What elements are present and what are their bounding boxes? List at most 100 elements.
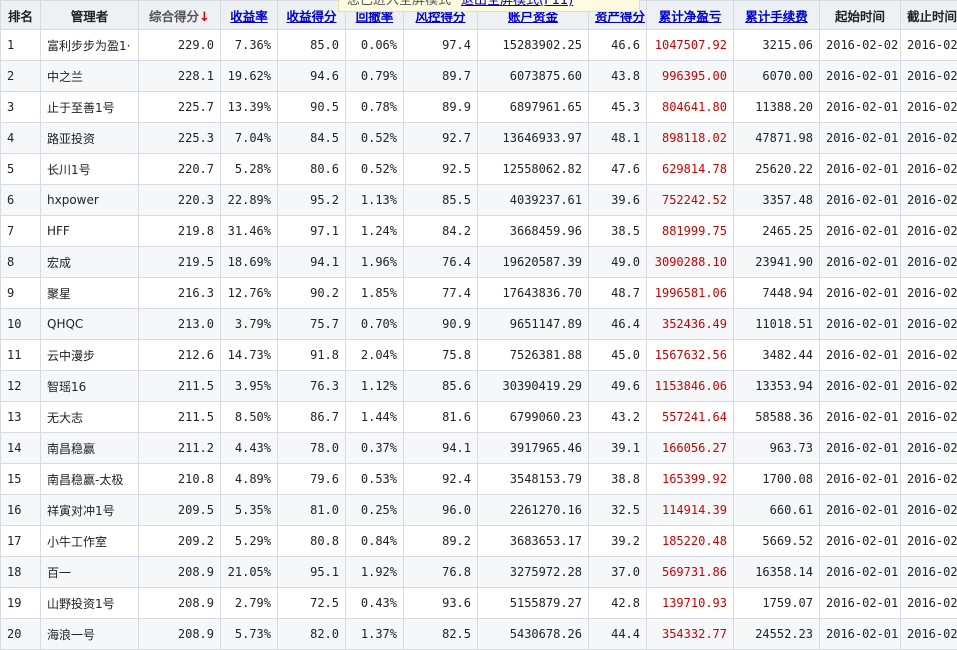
manager-cell: 聚星: [41, 278, 139, 309]
cum-fee-cell: 58588.36: [734, 402, 820, 433]
composite-score-cell: 220.3: [139, 185, 221, 216]
return-rate-cell: 14.73%: [221, 340, 278, 371]
cum-net-profit-cell: 1153846.06: [647, 371, 734, 402]
drawdown-cell: 1.24%: [346, 216, 404, 247]
end-time-cell: 2016-02-25: [901, 154, 957, 185]
table-row: 2中之兰228.119.62%94.60.79%89.76073875.6043…: [1, 61, 957, 92]
drawdown-cell: 1.85%: [346, 278, 404, 309]
ranking-table: 排名 管理者 综合得分↓ 收益率 收益得分 回撤率 风控得分 账户资金 资产得分…: [0, 0, 957, 650]
cum-net-profit-cell: 881999.75: [647, 216, 734, 247]
rank-cell: 19: [1, 588, 41, 619]
col-return-rate[interactable]: 收益率: [221, 1, 278, 30]
cum-net-profit-cell: 557241.64: [647, 402, 734, 433]
col-composite-score[interactable]: 综合得分↓: [139, 1, 221, 30]
end-time-cell: 2016-02-25: [901, 340, 957, 371]
drawdown-cell: 0.06%: [346, 30, 404, 61]
rank-cell: 10: [1, 309, 41, 340]
end-time-cell: 2016-02-25: [901, 371, 957, 402]
drawdown-cell: 0.79%: [346, 61, 404, 92]
rank-cell: 9: [1, 278, 41, 309]
table-row: 9聚星216.312.76%90.21.85%77.417643836.7048…: [1, 278, 957, 309]
return-score-cell: 80.6: [278, 154, 346, 185]
return-rate-cell: 4.43%: [221, 433, 278, 464]
composite-score-cell: 212.6: [139, 340, 221, 371]
return-rate-cell: 5.35%: [221, 495, 278, 526]
return-rate-cell: 19.62%: [221, 61, 278, 92]
net-assets-cell: 3668459.96: [478, 216, 589, 247]
asset-score-cell: 38.5: [589, 216, 647, 247]
manager-cell: 山野投资1号: [41, 588, 139, 619]
col-cum-fee[interactable]: 累计手续费: [734, 1, 820, 30]
start-time-cell: 2016-02-01: [820, 92, 901, 123]
cum-net-profit-cell: 1996581.06: [647, 278, 734, 309]
composite-score-cell: 216.3: [139, 278, 221, 309]
rank-cell: 11: [1, 340, 41, 371]
return-score-cell: 72.5: [278, 588, 346, 619]
start-time-cell: 2016-02-02: [820, 30, 901, 61]
net-assets-cell: 6073875.60: [478, 61, 589, 92]
composite-score-cell: 219.8: [139, 216, 221, 247]
manager-cell: 宏成: [41, 247, 139, 278]
col-start-time: 起始时间: [820, 1, 901, 30]
return-rate-cell: 8.50%: [221, 402, 278, 433]
return-score-cell: 86.7: [278, 402, 346, 433]
drawdown-cell: 0.53%: [346, 464, 404, 495]
net-assets-cell: 30390419.29: [478, 371, 589, 402]
risk-score-cell: 77.4: [404, 278, 478, 309]
return-rate-cell: 7.36%: [221, 30, 278, 61]
asset-score-cell: 49.6: [589, 371, 647, 402]
return-score-cell: 76.3: [278, 371, 346, 402]
net-assets-cell: 2261270.16: [478, 495, 589, 526]
start-time-cell: 2016-02-01: [820, 371, 901, 402]
asset-score-cell: 39.1: [589, 433, 647, 464]
net-assets-cell: 12558062.82: [478, 154, 589, 185]
cum-net-profit-cell: 996395.00: [647, 61, 734, 92]
asset-score-cell: 39.2: [589, 526, 647, 557]
composite-score-cell: 220.7: [139, 154, 221, 185]
col-return-score[interactable]: 收益得分: [278, 1, 346, 30]
col-cum-net-profit[interactable]: 累计净盈亏: [647, 1, 734, 30]
risk-score-cell: 92.7: [404, 123, 478, 154]
risk-score-cell: 75.8: [404, 340, 478, 371]
exit-fullscreen-link[interactable]: 退出全屏模式(F11): [461, 0, 573, 8]
start-time-cell: 2016-02-01: [820, 433, 901, 464]
return-rate-cell: 3.79%: [221, 309, 278, 340]
return-score-cell: 95.1: [278, 557, 346, 588]
table-row: 1富利步步为盈1·229.07.36%85.00.06%97.415283902…: [1, 30, 957, 61]
drawdown-cell: 0.25%: [346, 495, 404, 526]
asset-score-cell: 48.1: [589, 123, 647, 154]
return-score-cell: 90.2: [278, 278, 346, 309]
end-time-cell: 2016-02-25: [901, 123, 957, 154]
cum-net-profit-cell: 114914.39: [647, 495, 734, 526]
cum-net-profit-cell: 166056.27: [647, 433, 734, 464]
risk-score-cell: 92.5: [404, 154, 478, 185]
return-rate-cell: 22.89%: [221, 185, 278, 216]
net-assets-cell: 15283902.25: [478, 30, 589, 61]
drawdown-cell: 0.52%: [346, 154, 404, 185]
start-time-cell: 2016-02-01: [820, 526, 901, 557]
cum-fee-cell: 5669.52: [734, 526, 820, 557]
return-score-cell: 95.2: [278, 185, 346, 216]
end-time-cell: 2016-02-25: [901, 61, 957, 92]
return-score-cell: 79.6: [278, 464, 346, 495]
cum-fee-cell: 3482.44: [734, 340, 820, 371]
end-time-cell: 2016-02-25: [901, 185, 957, 216]
net-assets-cell: 17643836.70: [478, 278, 589, 309]
table-row: 4路亚投资225.37.04%84.50.52%92.713646933.974…: [1, 123, 957, 154]
net-assets-cell: 6799060.23: [478, 402, 589, 433]
return-rate-cell: 7.04%: [221, 123, 278, 154]
risk-score-cell: 89.7: [404, 61, 478, 92]
return-rate-cell: 12.76%: [221, 278, 278, 309]
manager-cell: hxpower: [41, 185, 139, 216]
end-time-cell: 2016-02-25: [901, 30, 957, 61]
start-time-cell: 2016-02-01: [820, 216, 901, 247]
cum-fee-cell: 6070.00: [734, 61, 820, 92]
composite-score-cell: 209.5: [139, 495, 221, 526]
cum-fee-cell: 3357.48: [734, 185, 820, 216]
return-score-cell: 84.5: [278, 123, 346, 154]
net-assets-cell: 4039237.61: [478, 185, 589, 216]
manager-cell: 南昌稳赢: [41, 433, 139, 464]
end-time-cell: 2016-02-25: [901, 402, 957, 433]
net-assets-cell: 6897961.65: [478, 92, 589, 123]
end-time-cell: 2016-02-25: [901, 216, 957, 247]
